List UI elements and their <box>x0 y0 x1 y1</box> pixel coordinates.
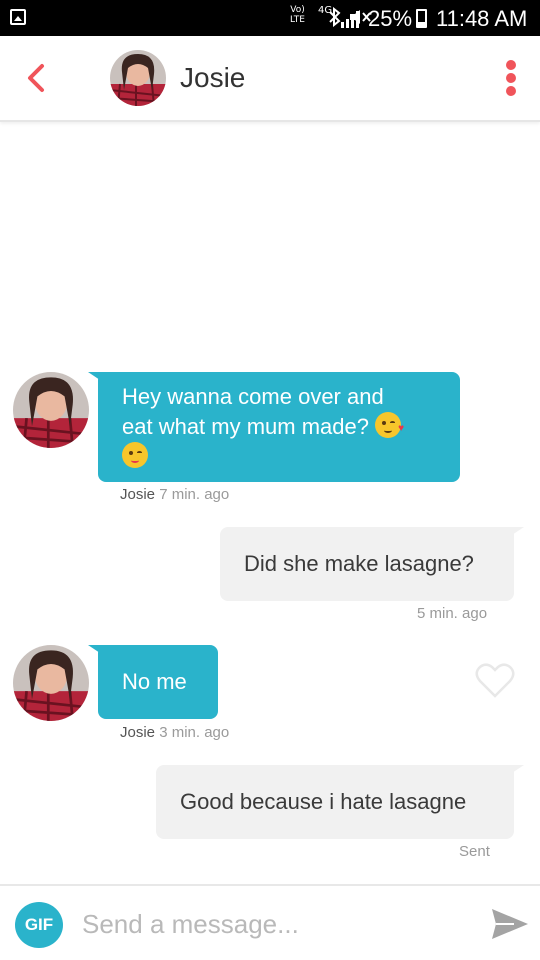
avatar-image <box>110 50 166 106</box>
message-timestamp: 5 min. ago <box>417 605 488 622</box>
volte-indicator: Vo) LTE <box>290 5 305 25</box>
sender-name: Josie <box>120 486 156 503</box>
status-time: 11:48 AM <box>436 6 528 31</box>
outgoing-message-bubble[interactable]: Good because i hate lasagne <box>156 765 524 839</box>
message-text: Good because i hate lasagne <box>180 789 467 814</box>
back-button[interactable] <box>20 58 56 98</box>
bubble-tail <box>506 765 524 777</box>
volte-bottom-label: LTE <box>290 15 305 25</box>
message-text-line-2-wrap: eat what my mum made? ♥ <box>122 412 436 442</box>
sender-name: Josie <box>120 724 156 741</box>
battery-icon <box>416 9 427 28</box>
sender-avatar[interactable] <box>13 645 89 721</box>
message-composer: GIF <box>0 884 540 960</box>
more-vertical-icon-dot <box>506 73 516 83</box>
message-timestamp: 3 min. ago <box>159 724 230 741</box>
kissing-heart-emoji: ♥ <box>375 412 404 438</box>
delivery-status: Sent <box>459 843 490 860</box>
message-meta: Josie 7 min. ago <box>120 486 229 503</box>
more-vertical-icon <box>506 60 516 70</box>
sender-avatar[interactable] <box>13 372 89 448</box>
gif-button[interactable]: GIF <box>15 902 63 948</box>
more-vertical-icon-dot <box>506 86 516 96</box>
outgoing-message-bubble[interactable]: Did she make lasagne? <box>220 527 524 601</box>
image-icon <box>10 9 26 25</box>
network-type: 4G <box>318 5 333 16</box>
chevron-left-icon <box>28 64 44 92</box>
more-options-button[interactable] <box>500 56 522 100</box>
winking-tongue-emoji <box>122 442 148 468</box>
contact-avatar[interactable] <box>110 50 166 106</box>
avatar-image <box>13 645 89 721</box>
bubble-tail <box>88 372 106 384</box>
message-timestamp: 7 min. ago <box>159 486 230 503</box>
message-text: No me <box>122 669 187 694</box>
message-text-line-1: Hey wanna come over and <box>122 384 384 409</box>
message-meta: Josie 3 min. ago <box>120 724 229 741</box>
chat-header: Josie <box>0 36 540 122</box>
avatar-image <box>13 372 89 448</box>
incoming-message-bubble[interactable]: Hey wanna come over and eat what my mum … <box>88 372 460 482</box>
signal-icon <box>341 11 359 28</box>
message-text-line-2: eat what my mum made? <box>122 414 369 439</box>
volte-top-label: Vo) <box>290 5 305 15</box>
message-input[interactable] <box>82 904 472 944</box>
status-bar: Vo) LTE 4G 25% 11:48 AM <box>0 0 540 36</box>
send-button[interactable] <box>490 906 530 942</box>
bubble-tail <box>88 645 106 657</box>
heart-icon <box>475 663 515 698</box>
message-text: Did she make lasagne? <box>244 551 474 576</box>
incoming-message-bubble[interactable]: No me <box>88 645 218 719</box>
bubble-tail <box>506 527 524 539</box>
contact-name[interactable]: Josie <box>180 62 245 94</box>
battery-percent: 25% <box>368 6 413 31</box>
message-emoji-line <box>122 442 436 472</box>
like-button[interactable] <box>474 660 516 700</box>
